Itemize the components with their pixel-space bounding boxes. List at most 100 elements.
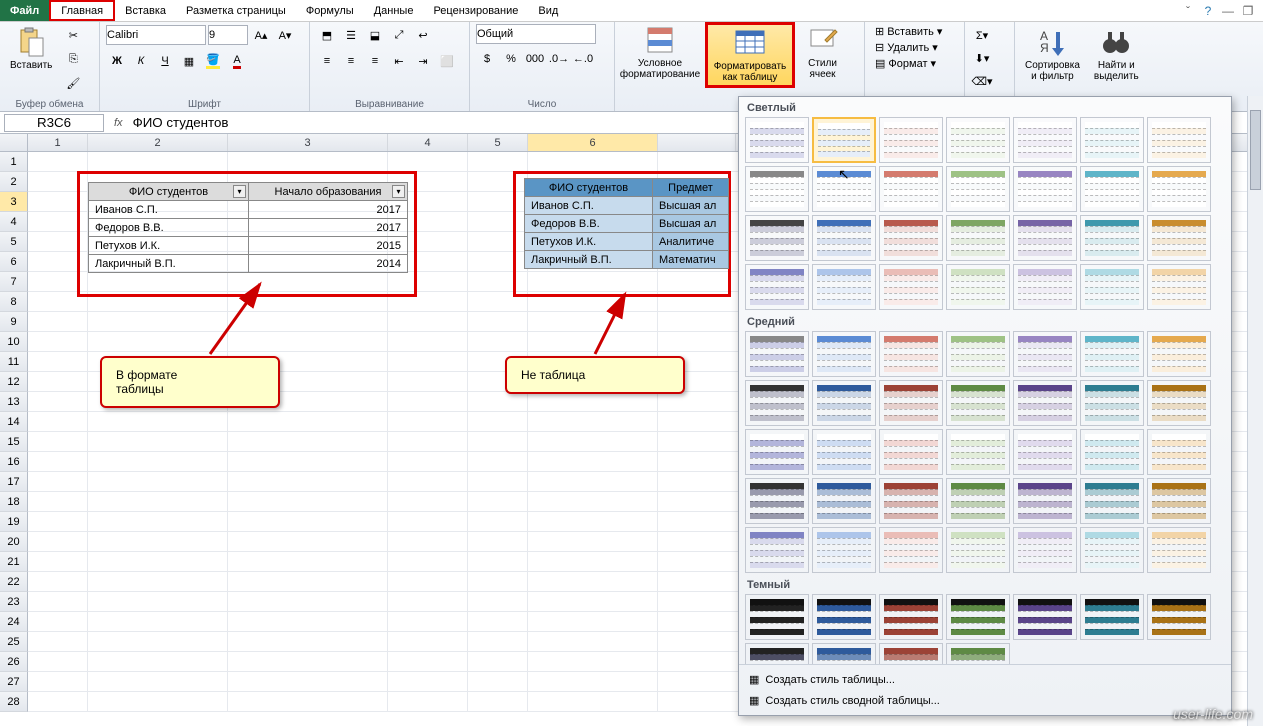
table-cell[interactable]: 2017 — [249, 219, 408, 237]
column-header[interactable]: 4 — [388, 134, 468, 151]
cell[interactable] — [228, 652, 388, 672]
cell[interactable] — [528, 612, 658, 632]
cell[interactable] — [228, 532, 388, 552]
cell[interactable] — [388, 372, 468, 392]
table-cell[interactable]: Иванов С.П. — [89, 201, 249, 219]
table-cell[interactable]: Петухов И.К. — [89, 237, 249, 255]
cell[interactable] — [228, 512, 388, 532]
format-cells-button[interactable]: ▤Формат▾ — [871, 56, 940, 71]
row-header[interactable]: 15 — [0, 432, 28, 452]
cell[interactable] — [388, 332, 468, 352]
cell[interactable] — [468, 692, 528, 712]
cell[interactable] — [228, 592, 388, 612]
table-cell[interactable]: 2014 — [249, 255, 408, 273]
cell[interactable] — [28, 492, 88, 512]
row-header[interactable]: 2 — [0, 172, 28, 192]
underline-button[interactable]: Ч — [154, 50, 176, 72]
row-header[interactable]: 7 — [0, 272, 28, 292]
cell[interactable] — [388, 312, 468, 332]
italic-button[interactable]: К — [130, 50, 152, 72]
table-style-swatch[interactable] — [812, 643, 876, 664]
table-style-swatch[interactable] — [745, 478, 809, 524]
cell[interactable] — [468, 312, 528, 332]
cell[interactable] — [388, 432, 468, 452]
cell[interactable] — [468, 572, 528, 592]
row-header[interactable]: 19 — [0, 512, 28, 532]
fill-button[interactable]: ⬇▾ — [971, 47, 993, 69]
row-header[interactable]: 24 — [0, 612, 28, 632]
cell[interactable] — [28, 652, 88, 672]
cell[interactable] — [228, 492, 388, 512]
table-style-swatch[interactable] — [1013, 166, 1077, 212]
row-header[interactable]: 20 — [0, 532, 28, 552]
cell[interactable] — [468, 392, 528, 412]
cell[interactable] — [28, 312, 88, 332]
table-cell[interactable]: Математич — [653, 251, 729, 269]
table-style-swatch[interactable] — [1013, 264, 1077, 310]
table-style-swatch[interactable] — [1147, 478, 1211, 524]
column-header[interactable]: 5 — [468, 134, 528, 151]
cell[interactable] — [228, 412, 388, 432]
cell[interactable] — [28, 592, 88, 612]
table-style-swatch[interactable] — [1080, 478, 1144, 524]
table-style-swatch[interactable] — [1080, 166, 1144, 212]
cell[interactable] — [468, 552, 528, 572]
table-style-swatch[interactable] — [946, 478, 1010, 524]
wrap-text-button[interactable]: ↩ — [412, 24, 434, 46]
font-color-button[interactable]: A — [226, 50, 248, 72]
conditional-formatting-button[interactable]: Условное форматирование — [615, 22, 705, 82]
table-style-swatch[interactable] — [745, 215, 809, 261]
row-header[interactable]: 25 — [0, 632, 28, 652]
row-header[interactable]: 10 — [0, 332, 28, 352]
cell[interactable] — [388, 632, 468, 652]
cell[interactable] — [388, 392, 468, 412]
row-header[interactable]: 22 — [0, 572, 28, 592]
cell[interactable] — [228, 152, 388, 172]
cell[interactable] — [468, 632, 528, 652]
table-style-swatch[interactable] — [745, 594, 809, 640]
table-style-swatch[interactable] — [1013, 429, 1077, 475]
table-cell[interactable]: Высшая ал — [653, 215, 729, 233]
select-all-corner[interactable] — [0, 134, 28, 151]
cell[interactable] — [28, 692, 88, 712]
table-style-swatch[interactable] — [1147, 166, 1211, 212]
cell[interactable] — [88, 432, 228, 452]
cell[interactable] — [28, 672, 88, 692]
fx-icon[interactable]: fx — [108, 117, 129, 129]
column-header[interactable]: 6 — [528, 134, 658, 151]
table-style-swatch[interactable] — [1080, 429, 1144, 475]
percent-button[interactable]: % — [500, 48, 522, 70]
table-style-swatch[interactable] — [745, 166, 809, 212]
table-style-swatch[interactable] — [745, 527, 809, 573]
cell[interactable] — [28, 632, 88, 652]
table-style-swatch[interactable] — [812, 380, 876, 426]
cell[interactable] — [228, 452, 388, 472]
clear-button[interactable]: ⌫▾ — [971, 70, 993, 92]
table-style-swatch[interactable] — [1013, 380, 1077, 426]
column-header[interactable]: 2 — [88, 134, 228, 151]
menu-data[interactable]: Данные — [364, 0, 424, 21]
table-style-swatch[interactable] — [745, 429, 809, 475]
table-style-swatch[interactable] — [812, 478, 876, 524]
cell[interactable] — [388, 532, 468, 552]
new-pivot-style-button[interactable]: ▦ Создать стиль сводной таблицы... — [739, 690, 1231, 711]
cell[interactable] — [528, 492, 658, 512]
table-style-swatch[interactable] — [879, 117, 943, 163]
cell[interactable] — [88, 512, 228, 532]
table-cell[interactable]: Иванов С.П. — [525, 197, 653, 215]
cell[interactable] — [28, 532, 88, 552]
cell[interactable] — [28, 552, 88, 572]
table-style-swatch[interactable] — [1013, 117, 1077, 163]
cell[interactable] — [528, 432, 658, 452]
increase-indent-button[interactable]: ⇥ — [412, 50, 434, 72]
row-header[interactable]: 6 — [0, 252, 28, 272]
cell[interactable] — [28, 472, 88, 492]
cell[interactable] — [468, 592, 528, 612]
cell[interactable] — [88, 492, 228, 512]
cell[interactable] — [28, 412, 88, 432]
table-style-swatch[interactable] — [879, 166, 943, 212]
table-style-swatch[interactable] — [1013, 478, 1077, 524]
cell[interactable] — [388, 592, 468, 612]
cell[interactable] — [88, 572, 228, 592]
minimize-ribbon-icon[interactable]: ˇ — [1181, 4, 1195, 18]
